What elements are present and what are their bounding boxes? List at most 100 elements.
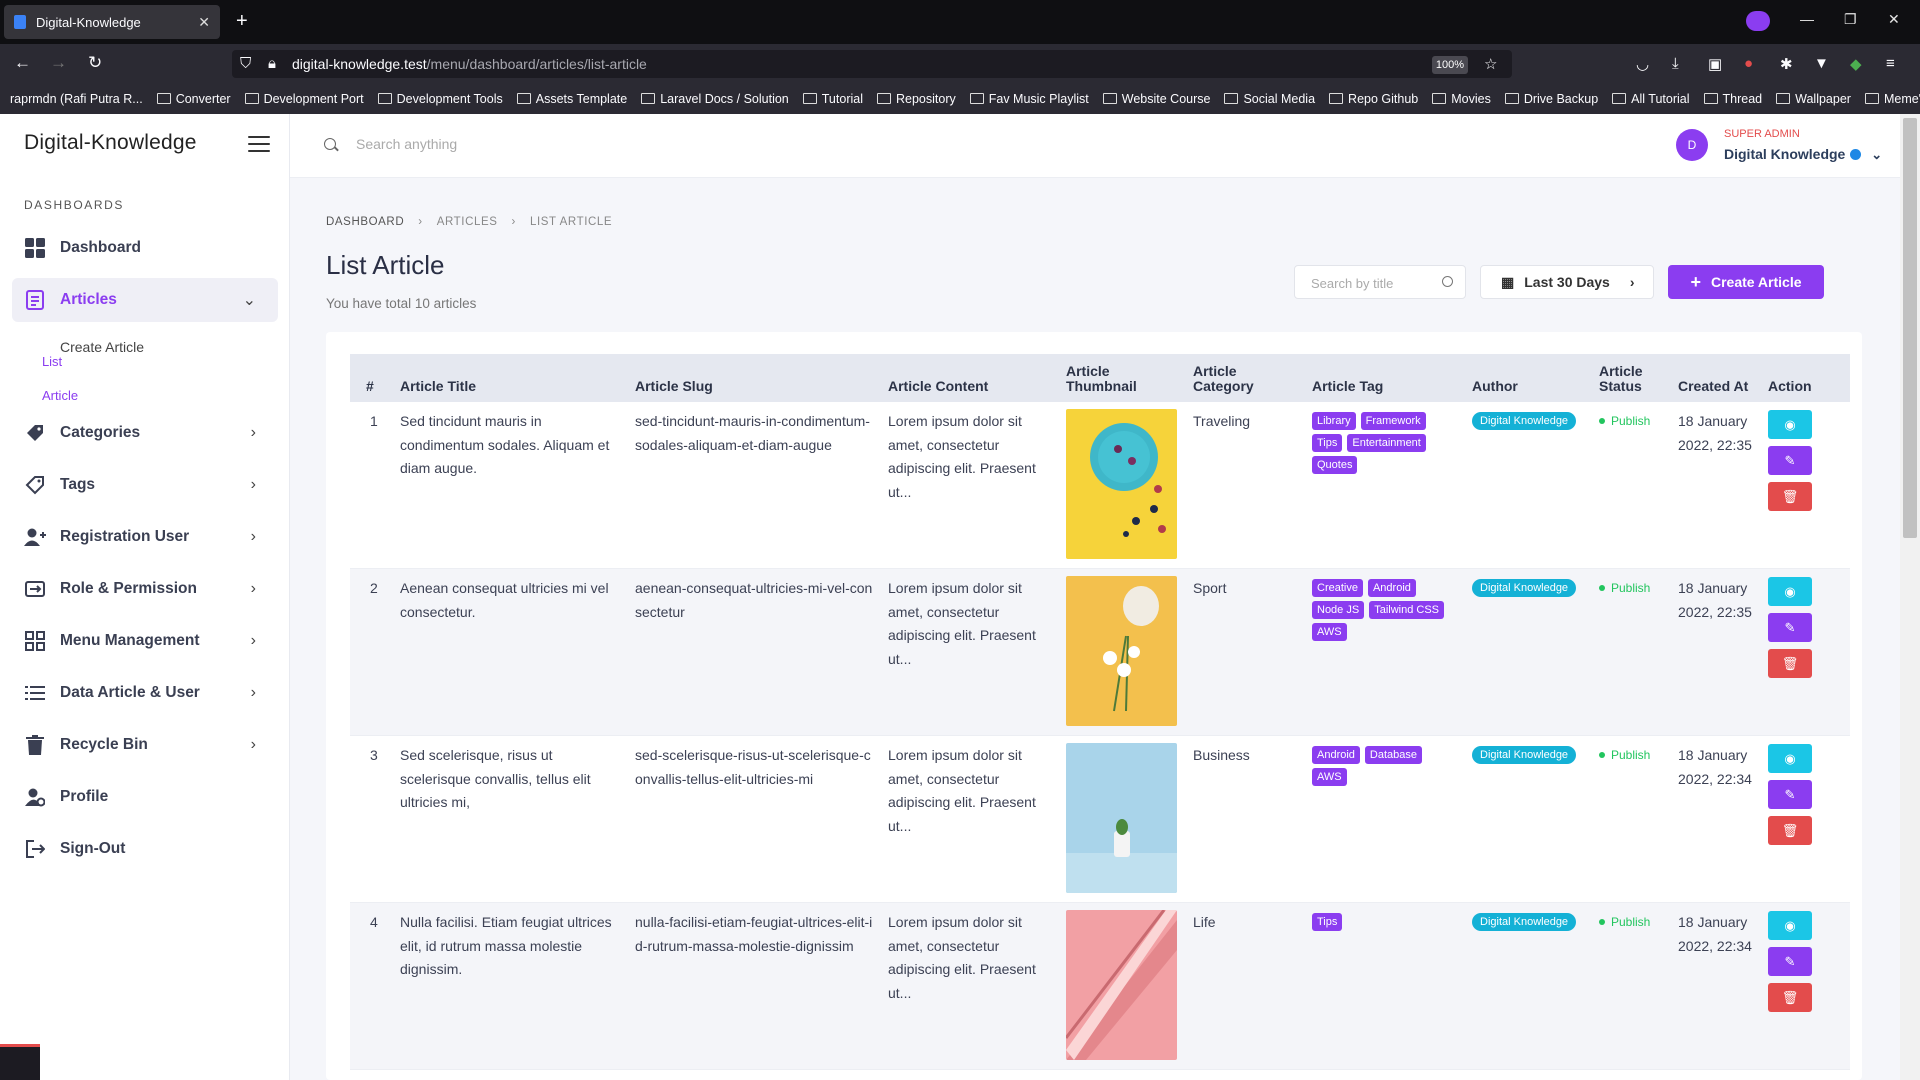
article-title: Sed tincidunt mauris in condimentum soda… bbox=[400, 413, 610, 476]
bookmark-folder[interactable]: Assets Template bbox=[517, 92, 627, 106]
edit-icon: ✎ bbox=[1784, 953, 1796, 969]
zoom-level[interactable]: 100% bbox=[1432, 56, 1468, 74]
bookmark-item[interactable]: raprmdn (Rafi Putra R... bbox=[10, 92, 143, 106]
sidebar-item-articles[interactable]: Articles ⌄ bbox=[12, 278, 278, 322]
sidebar-item-menu-management[interactable]: Menu Management › bbox=[12, 619, 278, 663]
breadcrumb-item[interactable]: DASHBOARD bbox=[326, 216, 404, 228]
restore-icon[interactable]: ❐ bbox=[1844, 11, 1857, 28]
delete-button[interactable]: 🗑︎ bbox=[1768, 649, 1812, 678]
article-category: Sport bbox=[1193, 580, 1227, 596]
bookmark-folder[interactable]: Fav Music Playlist bbox=[970, 92, 1089, 106]
user-menu[interactable]: Digital Knowledge ⌄ bbox=[1724, 146, 1882, 163]
pocket-icon[interactable]: ◡ bbox=[1636, 55, 1649, 73]
close-tab-icon[interactable]: ✕ bbox=[198, 14, 210, 31]
sidebar-item-label: Profile bbox=[60, 788, 109, 805]
bookmark-folder[interactable]: Repo Github bbox=[1329, 92, 1418, 106]
delete-button[interactable]: 🗑︎ bbox=[1768, 816, 1812, 845]
forward-icon[interactable]: → bbox=[50, 53, 67, 73]
date-filter-button[interactable]: ▦ Last 30 Days › bbox=[1480, 265, 1654, 299]
delete-button[interactable]: 🗑︎ bbox=[1768, 482, 1812, 511]
view-button[interactable]: ◉ bbox=[1768, 911, 1812, 940]
bookmark-folder[interactable]: Website Course bbox=[1103, 92, 1211, 106]
col-header: Article Category bbox=[1193, 363, 1254, 394]
view-button[interactable]: ◉ bbox=[1768, 577, 1812, 606]
bookmark-folder[interactable]: Development Port bbox=[245, 92, 364, 106]
bookmark-folder[interactable]: Drive Backup bbox=[1505, 92, 1598, 106]
bookmark-folder[interactable]: Laravel Docs / Solution bbox=[641, 92, 789, 106]
bookmark-folder[interactable]: All Tutorial bbox=[1612, 92, 1689, 106]
edit-button[interactable]: ✎ bbox=[1768, 780, 1812, 809]
edit-button[interactable]: ✎ bbox=[1768, 446, 1812, 475]
row-number: 3 bbox=[370, 747, 378, 763]
close-window-icon[interactable]: ✕ bbox=[1888, 11, 1900, 28]
extension-icon[interactable]: ◆ bbox=[1850, 55, 1862, 73]
article-tags: Tips bbox=[1312, 913, 1452, 931]
menu-icon[interactable]: ≡ bbox=[1886, 55, 1895, 72]
created-at: 18 January 2022, 22:34 bbox=[1678, 747, 1752, 787]
bookmark-folder[interactable]: Thread bbox=[1704, 92, 1763, 106]
global-search-input[interactable]: Search anything bbox=[356, 136, 457, 152]
sidebar-item-categories[interactable]: Categories › bbox=[12, 411, 278, 455]
screenshot-icon[interactable]: ▣ bbox=[1708, 55, 1722, 73]
status-badge: Publish bbox=[1599, 577, 1650, 601]
sidebar-item-data-article-user[interactable]: Data Article & User › bbox=[12, 671, 278, 715]
bookmark-folder[interactable]: Development Tools bbox=[378, 92, 503, 106]
main-content: DASHBOARD › ARTICLES › LIST ARTICLE List A… bbox=[290, 178, 1900, 1080]
article-category: Business bbox=[1193, 747, 1250, 763]
bookmark-folder[interactable]: Repository bbox=[877, 92, 956, 106]
breadcrumb-item[interactable]: ARTICLES bbox=[437, 216, 498, 228]
sidebar-item-profile[interactable]: Profile bbox=[12, 775, 278, 819]
bookmark-folder[interactable]: Converter bbox=[157, 92, 231, 106]
gear-icon[interactable]: ✱ bbox=[1780, 55, 1793, 73]
bookmark-folder[interactable]: Tutorial bbox=[803, 92, 863, 106]
sidebar-item-registration-user[interactable]: Registration User › bbox=[12, 515, 278, 559]
bookmark-folder[interactable]: Wallpaper bbox=[1776, 92, 1851, 106]
status-badge: Publish bbox=[1599, 911, 1650, 935]
shield-icon[interactable]: ⛉ bbox=[240, 55, 251, 72]
star-icon[interactable]: ☆ bbox=[1484, 55, 1497, 73]
chevron-right-icon: › bbox=[418, 216, 423, 228]
vue-devtools-icon[interactable]: ▼ bbox=[1814, 55, 1829, 72]
trash-icon: 🗑︎ bbox=[1781, 488, 1799, 504]
sidebar-item-tags[interactable]: Tags › bbox=[12, 463, 278, 507]
created-at: 18 January 2022, 22:35 bbox=[1678, 413, 1752, 453]
bookmark-folder[interactable]: Meme's bbox=[1865, 92, 1920, 106]
hamburger-icon[interactable] bbox=[248, 136, 270, 152]
view-button[interactable]: ◉ bbox=[1768, 744, 1812, 773]
author-badge: Digital Knowledge bbox=[1472, 913, 1577, 931]
delete-button[interactable]: 🗑︎ bbox=[1768, 983, 1812, 1012]
sidebar-item-dashboard[interactable]: Dashboard bbox=[12, 226, 278, 270]
create-article-button[interactable]: + Create Article bbox=[1668, 265, 1824, 299]
edit-button[interactable]: ✎ bbox=[1768, 613, 1812, 642]
list-icon bbox=[24, 682, 46, 704]
tag-icon bbox=[24, 474, 46, 496]
bookmark-folder[interactable]: Social Media bbox=[1224, 92, 1315, 106]
avatar[interactable]: D bbox=[1676, 129, 1708, 161]
row-number: 1 bbox=[370, 413, 378, 429]
minimize-icon[interactable]: — bbox=[1800, 11, 1814, 27]
back-icon[interactable]: ← bbox=[14, 53, 31, 73]
bookmark-folder[interactable]: Movies bbox=[1432, 92, 1491, 106]
sidebar-subitem-list-article[interactable]: List Article bbox=[12, 354, 78, 403]
scrollbar-thumb[interactable] bbox=[1903, 118, 1917, 538]
sidebar-item-role-permission[interactable]: Role & Permission › bbox=[12, 567, 278, 611]
chevron-right-icon: › bbox=[250, 632, 256, 649]
ublock-icon[interactable]: ● bbox=[1744, 55, 1753, 72]
laravel-debug-icon[interactable] bbox=[0, 1044, 40, 1080]
sidebar-item-recycle-bin[interactable]: Recycle Bin › bbox=[12, 723, 278, 767]
new-tab-icon[interactable]: + bbox=[236, 10, 248, 33]
sidebar-item-sign-out[interactable]: Sign-Out bbox=[12, 827, 278, 871]
download-icon[interactable]: ⤓ bbox=[1672, 55, 1679, 72]
url-bar[interactable]: digital-knowledge.test/menu/dashboard/ar… bbox=[232, 50, 1512, 78]
tag-badge: AWS bbox=[1312, 768, 1347, 786]
tag-badge: Library bbox=[1312, 412, 1356, 430]
breadcrumb: DASHBOARD › ARTICLES › LIST ARTICLE bbox=[326, 216, 612, 228]
edit-button[interactable]: ✎ bbox=[1768, 947, 1812, 976]
reload-icon[interactable]: ↻ bbox=[88, 53, 102, 73]
lock-icon[interactable]: 🔒︎ bbox=[268, 55, 276, 72]
view-button[interactable]: ◉ bbox=[1768, 410, 1812, 439]
title-search-input[interactable]: Search by title bbox=[1294, 265, 1466, 299]
brand-logo[interactable]: Digital-Knowledge bbox=[24, 131, 197, 155]
chevron-right-icon: › bbox=[1629, 274, 1635, 290]
browser-tab[interactable]: Digital-Knowledge ✕ bbox=[4, 5, 220, 39]
